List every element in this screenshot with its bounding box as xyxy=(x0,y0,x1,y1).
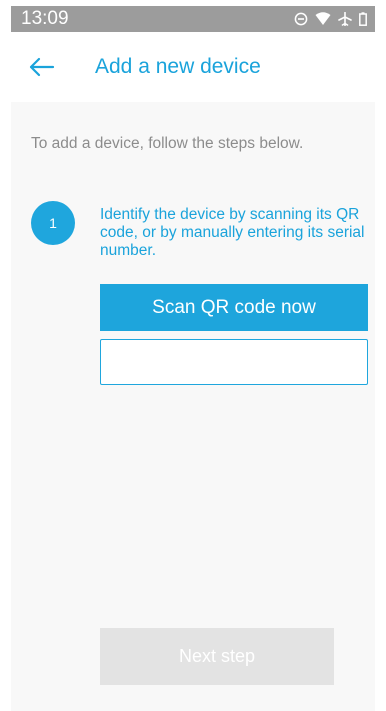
back-arrow-icon xyxy=(29,57,55,83)
status-time: 13:09 xyxy=(21,8,69,29)
intro-text: To add a device, follow the steps below. xyxy=(31,135,304,152)
app-bar: Add a new device xyxy=(11,32,375,102)
step-number: 1 xyxy=(49,215,57,231)
scan-qr-button-label: Scan QR code now xyxy=(152,296,316,318)
device-screen: 13:09 Add a new device To add a device, … xyxy=(11,6,375,711)
page-title: Add a new device xyxy=(95,55,261,78)
status-icons xyxy=(294,10,367,28)
wifi-icon xyxy=(315,12,331,26)
status-bar: 13:09 xyxy=(11,6,375,32)
do-not-disturb-icon xyxy=(294,12,308,26)
serial-number-input[interactable] xyxy=(100,339,368,385)
back-button[interactable] xyxy=(29,55,55,79)
next-step-button-label: Next step xyxy=(178,646,256,666)
battery-icon xyxy=(359,12,367,26)
scan-qr-button[interactable]: Scan QR code now xyxy=(100,284,368,331)
airplane-mode-icon xyxy=(338,12,352,26)
step-number-badge: 1 xyxy=(31,201,75,245)
step-instruction: Identify the device by scanning its QR c… xyxy=(100,206,365,259)
next-step-button[interactable]: Next step xyxy=(100,628,334,685)
